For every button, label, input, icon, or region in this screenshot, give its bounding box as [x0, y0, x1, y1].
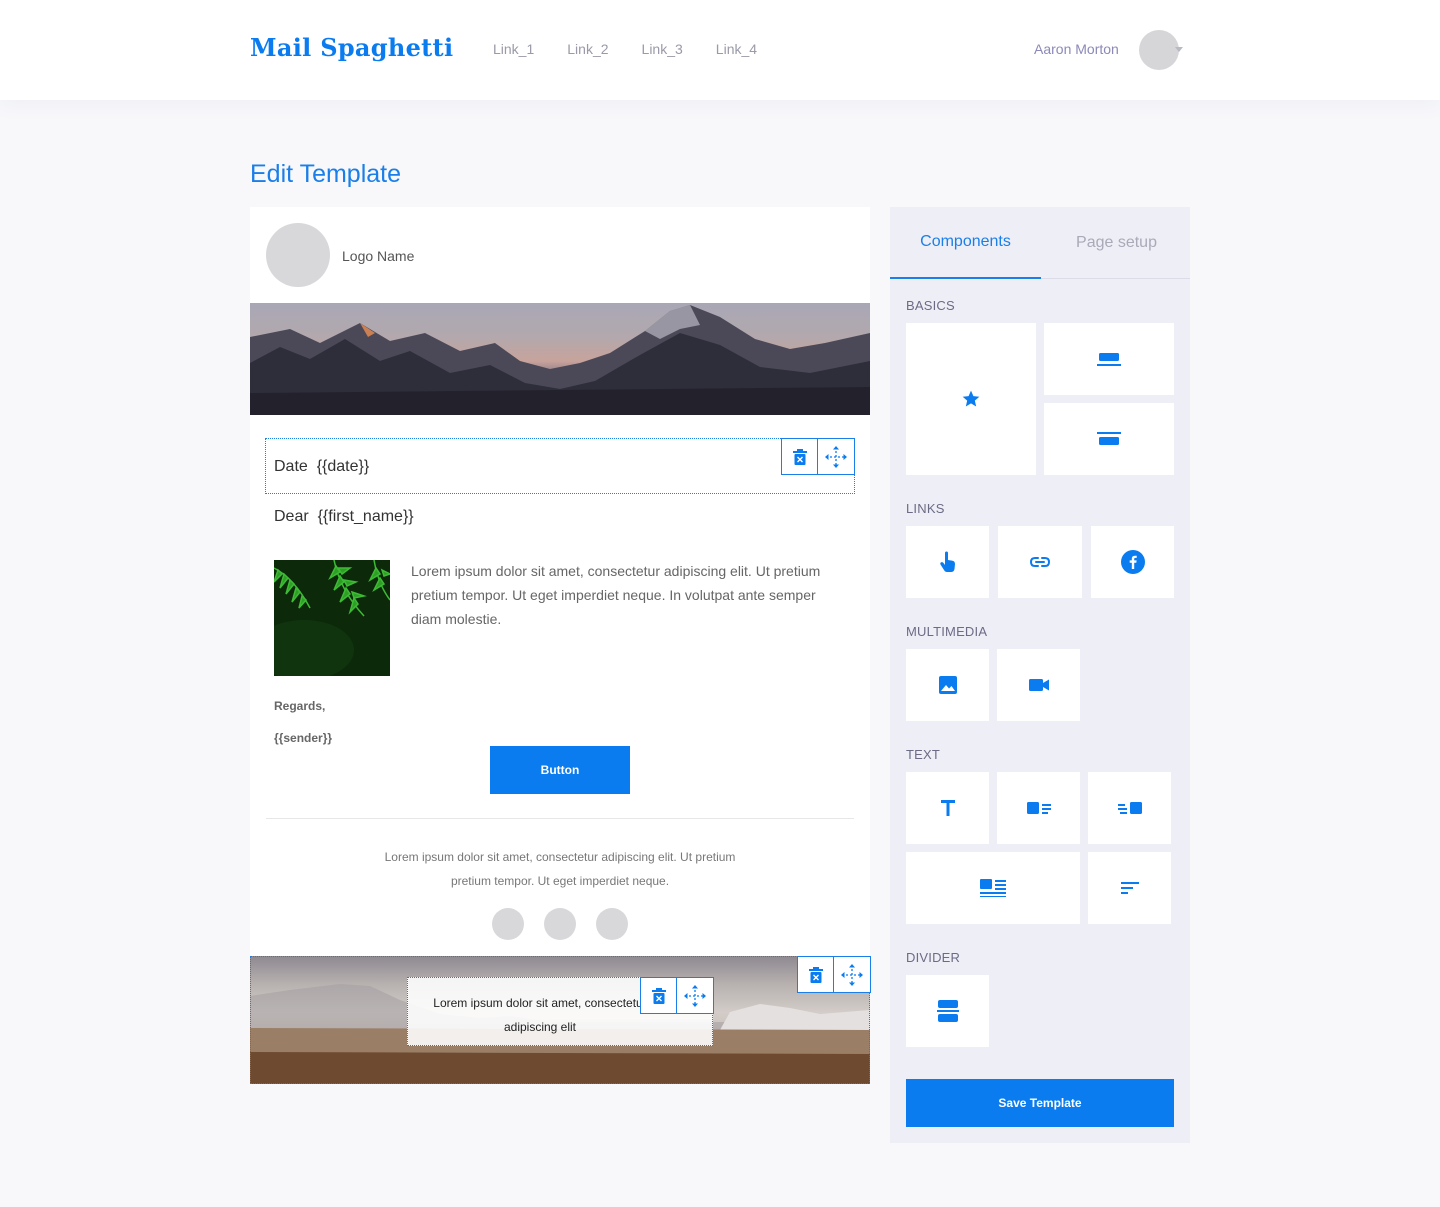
- social-icon-3[interactable]: [596, 908, 628, 940]
- sender-text[interactable]: {{sender}}: [274, 731, 332, 745]
- email-cta-button[interactable]: Button: [490, 746, 630, 794]
- chevron-down-icon[interactable]: [1175, 47, 1183, 52]
- text-icon: [940, 800, 955, 816]
- social-icon-2[interactable]: [544, 908, 576, 940]
- nav-link-4[interactable]: Link_4: [716, 41, 757, 57]
- trash-icon: [808, 966, 823, 983]
- delete-button[interactable]: [797, 956, 834, 993]
- section-label-links: LINKS: [906, 501, 945, 516]
- section-label-multimedia: MULTIMEDIA: [906, 624, 988, 639]
- star-icon: [962, 390, 980, 407]
- logo-placeholder[interactable]: [266, 223, 330, 287]
- header-block-icon: [1097, 353, 1121, 366]
- move-icon: [825, 445, 847, 468]
- component-tile-footer-block[interactable]: [1044, 403, 1174, 475]
- footer-card-controls: [640, 977, 714, 1014]
- regards-text[interactable]: Regards,: [274, 699, 325, 713]
- trash-icon: [651, 987, 666, 1004]
- component-tile-divider[interactable]: [906, 975, 989, 1047]
- delete-button[interactable]: [640, 977, 677, 1014]
- top-navbar: Mail Spaghetti Link_1 Link_2 Link_3 Link…: [0, 0, 1440, 100]
- email-divider: [266, 818, 854, 819]
- image-right-text-icon: [1117, 802, 1142, 814]
- footer-block-icon: [1097, 432, 1121, 445]
- user-avatar[interactable]: [1139, 30, 1179, 70]
- component-tile-text[interactable]: [906, 772, 989, 844]
- body-paragraph[interactable]: Lorem ipsum dolor sit amet, consectetur …: [411, 559, 831, 631]
- logo-name[interactable]: Logo Name: [342, 248, 414, 264]
- save-template-button[interactable]: Save Template: [906, 1079, 1174, 1127]
- component-tile-image[interactable]: [906, 649, 989, 721]
- move-icon: [841, 963, 863, 986]
- fern-image[interactable]: [274, 560, 390, 676]
- footer-card-text[interactable]: Lorem ipsum dolor sit amet, consectetur …: [430, 991, 650, 1039]
- component-tile-image-left-text[interactable]: [997, 772, 1080, 844]
- component-tile-header-block[interactable]: [1044, 323, 1174, 395]
- trash-icon: [792, 448, 807, 465]
- text-align-icon: [1120, 882, 1139, 894]
- panel-tabs: Components Page setup: [890, 207, 1190, 279]
- move-button[interactable]: [834, 956, 871, 993]
- component-tile-text-align[interactable]: [1088, 852, 1171, 924]
- move-button[interactable]: [818, 438, 855, 475]
- component-tile-star[interactable]: [906, 323, 1036, 475]
- nav-link-2[interactable]: Link_2: [567, 41, 608, 57]
- image-icon: [938, 676, 957, 694]
- social-icon-1[interactable]: [492, 908, 524, 940]
- mountain-range-image: [250, 305, 870, 415]
- page-title: Edit Template: [250, 160, 402, 188]
- section-label-divider: DIVIDER: [906, 950, 961, 965]
- hero-image[interactable]: [250, 303, 870, 415]
- component-tile-facebook[interactable]: [1091, 526, 1174, 598]
- footer-block-controls: [797, 956, 871, 993]
- component-tile-video[interactable]: [997, 649, 1080, 721]
- user-name[interactable]: Aaron Morton: [1034, 41, 1119, 57]
- tab-page-setup[interactable]: Page setup: [1041, 207, 1192, 279]
- component-tile-image-right-text[interactable]: [1088, 772, 1171, 844]
- component-tile-button-link[interactable]: [906, 526, 989, 598]
- hand-pointer-icon: [939, 551, 955, 572]
- nav-link-3[interactable]: Link_3: [642, 41, 683, 57]
- brand-logo[interactable]: Mail Spaghetti: [250, 33, 453, 62]
- image-left-text-icon: [1026, 802, 1051, 814]
- date-block-controls: [781, 438, 855, 475]
- delete-button[interactable]: [781, 438, 818, 475]
- image-text-block-icon: [980, 879, 1006, 897]
- section-label-basics: BASICS: [906, 298, 955, 313]
- component-tile-image-text-block[interactable]: [906, 852, 1080, 924]
- tab-components[interactable]: Components: [890, 207, 1041, 279]
- video-icon: [1028, 679, 1049, 691]
- move-icon: [684, 984, 706, 1007]
- main-nav: Link_1 Link_2 Link_3 Link_4: [493, 41, 757, 57]
- component-tile-link[interactable]: [998, 526, 1082, 598]
- dear-line[interactable]: Dear {{first_name}}: [274, 508, 414, 526]
- divider-icon: [936, 1000, 959, 1022]
- date-line[interactable]: Date {{date}}: [274, 458, 369, 476]
- fern-leaves-image: [274, 560, 390, 676]
- components-panel: Components Page setup BASICS LINKS MULTI…: [890, 207, 1190, 1143]
- nav-link-1[interactable]: Link_1: [493, 41, 534, 57]
- facebook-icon: [1120, 550, 1145, 574]
- link-icon: [1029, 557, 1051, 567]
- move-button[interactable]: [677, 977, 714, 1014]
- email-canvas: Logo Name Date {{date}} Dear {{first_nam…: [250, 207, 871, 1084]
- footer-paragraph[interactable]: Lorem ipsum dolor sit amet, consectetur …: [380, 845, 740, 893]
- section-label-text: TEXT: [906, 747, 941, 762]
